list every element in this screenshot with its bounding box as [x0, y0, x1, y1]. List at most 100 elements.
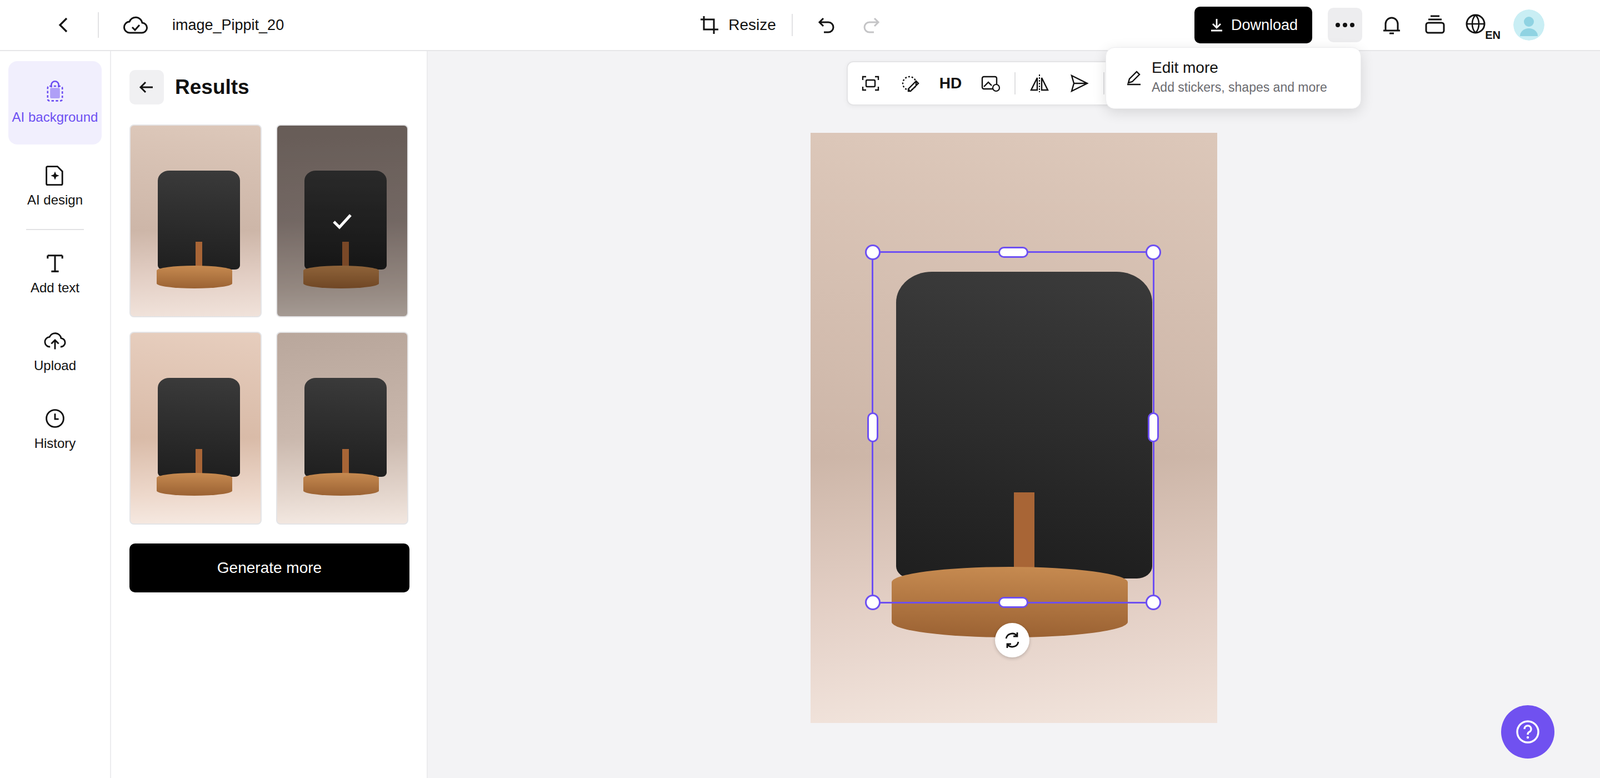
back-button[interactable]	[129, 70, 164, 105]
product-shape	[157, 377, 240, 477]
user-icon	[1513, 9, 1545, 41]
product-shape	[157, 170, 240, 270]
divider	[791, 13, 793, 37]
bell-icon	[1379, 12, 1404, 38]
menu-description: Add stickers, shapes and more	[1151, 80, 1328, 95]
download-button[interactable]: Download	[1194, 6, 1313, 44]
product-shape	[304, 377, 387, 477]
file-title[interactable]: image_Pippit_20	[172, 16, 284, 34]
nav-item[interactable]: Upload	[8, 314, 102, 388]
upload-cloud-icon	[42, 328, 68, 353]
pencil-icon	[1125, 68, 1143, 87]
more-menu: Edit more Add stickers, shapes and more	[1105, 47, 1362, 109]
nav-label: Upload	[33, 357, 77, 374]
result-thumbnail[interactable]	[276, 331, 409, 525]
language-button[interactable]: EN	[1464, 9, 1498, 41]
resize-icon	[698, 13, 721, 37]
nav-label: AI design	[27, 191, 83, 209]
tool-button[interactable]	[894, 67, 927, 100]
resize-handle[interactable]	[867, 412, 879, 443]
resize-handle[interactable]	[1145, 244, 1162, 260]
selected-overlay	[277, 125, 408, 317]
panel-title: Results	[175, 75, 250, 99]
ai-background-icon	[42, 80, 68, 105]
more-button[interactable]	[1327, 7, 1363, 43]
ai-design-icon	[42, 162, 68, 188]
resize-handle[interactable]	[998, 246, 1029, 258]
download-label: Download	[1231, 16, 1298, 34]
selection-box[interactable]	[871, 251, 1155, 604]
generate-more-button[interactable]: Generate more	[129, 543, 410, 593]
menu-text: Edit more Add stickers, shapes and more	[1151, 58, 1328, 95]
layers-button[interactable]	[1421, 9, 1449, 41]
nav-label: AI background	[12, 108, 99, 126]
hd-button[interactable]: HD	[934, 67, 967, 100]
more-dots-icon	[1333, 21, 1357, 29]
rotate-icon	[1001, 629, 1023, 651]
notifications-button[interactable]	[1377, 9, 1406, 41]
nav-item[interactable]: Add text	[8, 236, 102, 310]
back-button[interactable]	[50, 9, 78, 41]
resize-label: Resize	[728, 16, 777, 34]
panel-header: Results	[129, 70, 409, 105]
editor-body: AI background AI design Add text Upload Hist…	[0, 51, 1600, 778]
pedestal-shape	[156, 472, 233, 496]
clock-icon	[42, 406, 68, 431]
pedestal-shape	[156, 265, 233, 289]
replace-image-icon	[979, 72, 1002, 95]
result-thumbnail[interactable]	[276, 124, 409, 318]
pedestal-shape	[303, 472, 379, 496]
rotate-handle[interactable]	[995, 622, 1030, 658]
arrow-left-icon	[137, 77, 157, 97]
divider	[26, 228, 84, 230]
nav-item[interactable]: History	[8, 392, 102, 466]
help-button[interactable]	[1501, 705, 1555, 759]
text-icon	[42, 250, 68, 275]
resize-handle[interactable]	[998, 596, 1029, 608]
canvas-area: HD	[427, 51, 1600, 778]
redo-button[interactable]	[857, 9, 885, 41]
cutout-icon	[859, 72, 882, 95]
menu-label: Edit more	[1151, 58, 1328, 77]
side-nav: AI background AI design Add text Upload Hist…	[0, 51, 112, 778]
undo-icon	[815, 13, 838, 37]
user-avatar[interactable]	[1513, 9, 1545, 41]
resize-handle[interactable]	[865, 244, 881, 260]
send-icon	[1068, 72, 1091, 95]
redo-icon	[860, 13, 883, 37]
check-icon	[329, 208, 355, 234]
flip-icon	[1028, 72, 1051, 95]
results-grid	[129, 124, 409, 525]
result-thumbnail[interactable]	[129, 124, 262, 318]
download-icon	[1208, 17, 1225, 33]
resize-handle[interactable]	[1147, 412, 1159, 443]
nav-item[interactable]: AI background	[8, 61, 102, 145]
question-icon	[1513, 717, 1542, 746]
resize-button[interactable]: Resize	[698, 13, 777, 37]
nav-label: Add text	[30, 279, 80, 297]
undo-button[interactable]	[812, 9, 841, 41]
nav-label: History	[34, 435, 77, 452]
tool-button[interactable]	[1063, 67, 1096, 100]
chevron-left-icon	[52, 13, 75, 37]
tool-button[interactable]	[974, 67, 1007, 100]
retouch-icon	[899, 72, 922, 95]
canvas-image[interactable]	[810, 132, 1218, 723]
resize-handle[interactable]	[1145, 594, 1162, 610]
menu-item[interactable]: Edit more Add stickers, shapes and more	[1125, 58, 1345, 95]
product-shape	[896, 271, 1153, 579]
results-panel: Results Generate more	[111, 51, 428, 778]
nav-item[interactable]: AI design	[8, 148, 102, 223]
divider	[1014, 72, 1016, 95]
resize-handle[interactable]	[865, 594, 881, 610]
top-bar: image_Pippit_20 Resize Download EN	[0, 0, 1600, 52]
tool-button[interactable]	[854, 67, 887, 100]
divider	[1103, 72, 1105, 95]
result-thumbnail[interactable]	[129, 331, 262, 525]
language-code: EN	[1484, 29, 1502, 41]
cloud-saved-icon	[122, 13, 149, 37]
tool-button[interactable]	[1023, 67, 1056, 100]
stack-icon	[1422, 12, 1448, 38]
divider	[97, 12, 99, 38]
editor-app: image_Pippit_20 Resize Download EN AI backgr…	[0, 0, 1600, 778]
